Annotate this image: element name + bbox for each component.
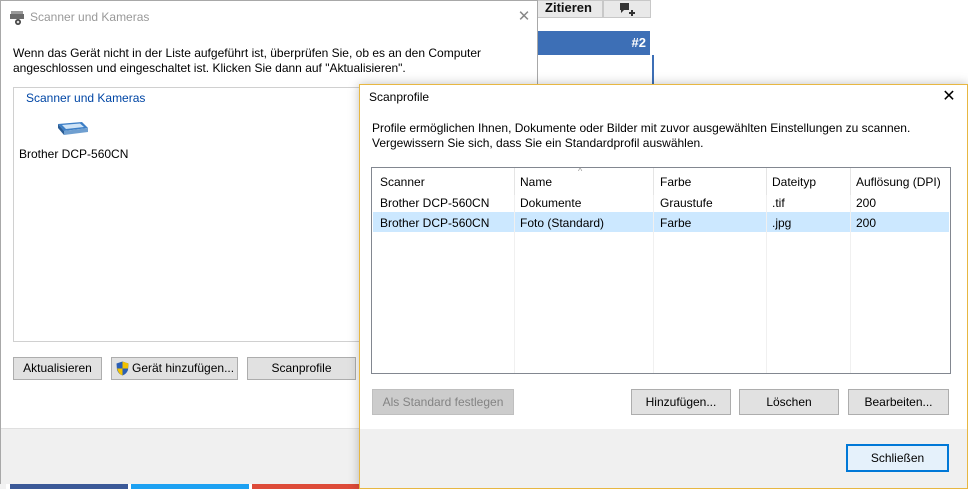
instructions-text: Wenn das Gerät nicht in der Liste aufgef… — [13, 46, 482, 75]
column-header-dpi[interactable]: Auflösung (DPI) — [856, 175, 941, 189]
share-facebook-bar[interactable] — [10, 484, 128, 489]
column-header-scanner[interactable]: Scanner — [380, 175, 425, 189]
header-divider[interactable] — [514, 168, 515, 195]
profiles-description: Profile ermöglichen Ihnen, Dokumente ode… — [372, 121, 911, 150]
header-divider[interactable] — [766, 168, 767, 195]
quote-add-button[interactable] — [603, 0, 651, 18]
cell-scanner: Brother DCP-560CN — [380, 196, 490, 210]
cell-dpi: 200 — [856, 216, 877, 230]
cell-scanner: Brother DCP-560CN — [380, 216, 490, 230]
column-header-color[interactable]: Farbe — [660, 175, 691, 189]
device-item-brother[interactable]: Brother DCP-560CN — [19, 147, 128, 161]
column-header-filetype[interactable]: Dateityp — [772, 175, 816, 189]
background-page-area — [650, 0, 968, 85]
edit-profile-button[interactable]: Bearbeiten... — [848, 389, 949, 415]
set-default-button[interactable]: Als Standard festlegen — [372, 389, 514, 415]
cell-name: Foto (Standard) — [520, 216, 605, 230]
header-divider[interactable] — [850, 168, 851, 195]
sort-ascending-icon: ^ — [578, 166, 583, 176]
column-divider — [653, 168, 654, 373]
header-divider[interactable] — [653, 168, 654, 195]
column-header-name[interactable]: Name — [520, 175, 552, 189]
post-number[interactable]: #2 — [538, 31, 646, 55]
devices-group-label: Scanner und Kameras — [23, 91, 149, 105]
cell-filetype: .jpg — [772, 216, 792, 230]
cell-color: Farbe — [660, 216, 692, 230]
share-twitter-bar[interactable] — [131, 484, 249, 489]
close-icon[interactable]: ✕ — [936, 86, 962, 108]
uac-shield-icon — [116, 361, 129, 376]
cell-name: Dokumente — [520, 196, 582, 210]
dialog-title: Scanner und Kameras — [30, 10, 150, 24]
scanner-icon[interactable] — [54, 118, 90, 138]
dialog-title: Scanprofile — [369, 90, 430, 104]
column-divider — [766, 168, 767, 373]
cell-color: Graustufe — [660, 196, 713, 210]
close-icon[interactable]: ✕ — [513, 6, 535, 28]
add-profile-button[interactable]: Hinzufügen... — [631, 389, 731, 415]
cell-dpi: 200 — [856, 196, 877, 210]
column-divider — [850, 168, 851, 373]
column-divider — [514, 168, 515, 373]
scanner-camera-app-icon — [10, 11, 24, 25]
cite-button[interactable]: Zitieren — [534, 0, 603, 18]
close-button[interactable]: Schließen — [846, 444, 949, 472]
quote-plus-icon — [620, 3, 635, 16]
refresh-button[interactable]: Aktualisieren — [13, 357, 102, 380]
add-device-button[interactable]: Gerät hinzufügen... — [111, 357, 238, 380]
share-google-bar[interactable] — [252, 484, 370, 489]
cell-filetype: .tif — [772, 196, 785, 210]
delete-profile-button[interactable]: Löschen — [739, 389, 839, 415]
scan-profiles-button[interactable]: Scanprofile — [247, 357, 356, 380]
add-device-label: Gerät hinzufügen... — [132, 361, 235, 375]
